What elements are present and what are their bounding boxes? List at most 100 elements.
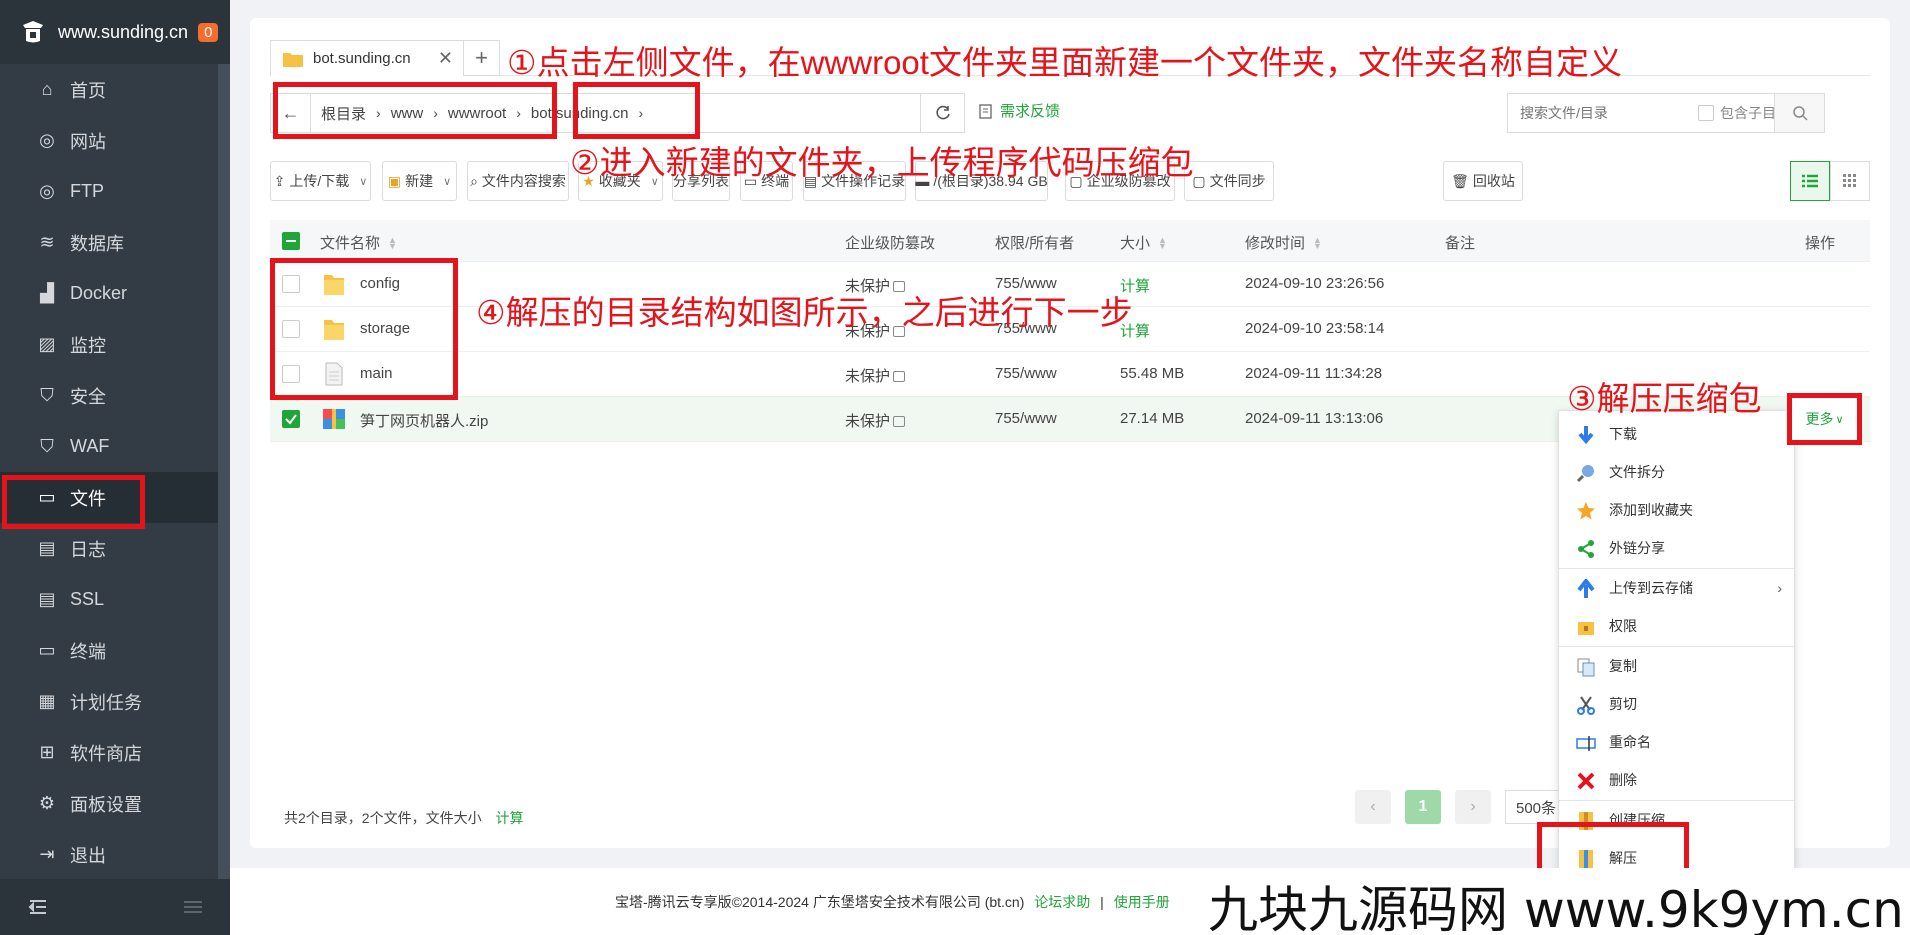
permission[interactable]: 755/www	[995, 365, 1057, 382]
sidebar-item-5[interactable]: ▨ 监控	[0, 319, 230, 370]
new-button[interactable]: ▣ 新建 ∨	[382, 161, 457, 201]
sort-icon[interactable]: ▲ ▼	[388, 235, 397, 250]
globe-icon: ◎	[39, 130, 55, 150]
share-icon	[1578, 540, 1594, 558]
collapse-icon[interactable]	[28, 899, 48, 915]
menu-upload-cloud[interactable]: 上传到云存储 ›	[1559, 569, 1794, 607]
chevron-down-icon: ∨	[443, 175, 452, 188]
search-button[interactable]	[1774, 94, 1824, 132]
highlight-breadcrumb-path	[273, 82, 557, 139]
table-header: 文件名称 ▲ ▼ 企业级防篡改 权限/所有者 大小 ▲ ▼ 修改时间 ▲ ▼ 备注 操作	[270, 220, 1870, 262]
new-tab-button[interactable]: +	[464, 40, 500, 76]
select-all-checkbox[interactable]	[282, 232, 300, 250]
col-mtime[interactable]: 修改时间 ▲ ▼	[1245, 232, 1322, 253]
sidebar-scrollbar[interactable]	[218, 64, 230, 879]
sidebar-item-label: FTP	[70, 181, 104, 201]
sidebar-item-10[interactable]: ▤ SSL	[0, 574, 230, 625]
search-input[interactable]	[1508, 105, 1698, 121]
recycle-bin-button[interactable]: 🗑 回收站	[1443, 161, 1523, 201]
highlight-files-nav	[2, 475, 145, 529]
page-size-select[interactable]: 500条	[1505, 790, 1565, 824]
menu-download[interactable]: 下载	[1559, 415, 1794, 453]
file-name[interactable]: 笋丁网页机器人.zip	[360, 410, 488, 431]
delete-x-icon	[1577, 772, 1595, 790]
prev-page-button[interactable]: ‹	[1355, 790, 1391, 824]
site-name[interactable]: www.sunding.cn	[58, 22, 188, 43]
sidebar-item-label: 数据库	[70, 233, 124, 254]
page-number[interactable]: 1	[1405, 790, 1441, 824]
mtime: 2024-09-10 23:58:14	[1245, 320, 1385, 337]
menu-permission[interactable]: 权限	[1559, 607, 1794, 645]
sidebar-item-1[interactable]: ◎ 网站	[0, 115, 230, 166]
watermark: 九块九源码网 www.9k9ym.cn	[1208, 881, 1904, 935]
sidebar-item-15[interactable]: ⇥ 退出	[0, 829, 230, 880]
feedback-link[interactable]: 需求反馈	[978, 100, 1060, 121]
menu-list-icon[interactable]	[184, 900, 202, 914]
sidebar-item-14[interactable]: ⚙ 面板设置	[0, 778, 230, 829]
sidebar-item-label: WAF	[70, 436, 110, 456]
sidebar-item-9[interactable]: ▤ 日志	[0, 523, 230, 574]
refresh-button[interactable]	[920, 93, 965, 133]
menu-add-favorite[interactable]: 添加到收藏夹	[1559, 491, 1794, 529]
sidebar-item-13[interactable]: ⊞ 软件商店	[0, 727, 230, 778]
upload-icon: ⇪	[273, 172, 286, 189]
forum-link[interactable]: 论坛求助	[1034, 894, 1090, 910]
sort-icon[interactable]: ▲ ▼	[1158, 235, 1167, 250]
gear-icon: ⚙	[38, 793, 56, 813]
sidebar-item-label: 首页	[70, 80, 106, 101]
sort-icon[interactable]: ▲ ▼	[1313, 235, 1322, 250]
col-permission: 权限/所有者	[995, 235, 1075, 252]
sidebar-footer	[0, 879, 230, 935]
file-sync-button[interactable]: ▢ 文件同步	[1184, 161, 1274, 201]
sidebar-item-0[interactable]: ⌂ 首页	[0, 64, 230, 115]
menu-split[interactable]: 文件拆分	[1559, 453, 1794, 491]
next-page-button[interactable]: ›	[1455, 790, 1491, 824]
checkbox-box[interactable]	[1698, 105, 1714, 121]
menu-delete[interactable]: 删除	[1559, 761, 1794, 799]
sidebar-item-7[interactable]: ⛉ WAF	[0, 421, 230, 472]
sidebar-item-label: 终端	[70, 641, 106, 662]
stats-calc-link[interactable]: 计算	[495, 810, 523, 826]
mtime: 2024-09-11 11:34:28	[1245, 365, 1383, 382]
content-search-button[interactable]: ⌕ 文件内容搜索	[467, 161, 569, 201]
col-size[interactable]: 大小 ▲ ▼	[1120, 232, 1167, 253]
list-view-toggle[interactable]	[1790, 161, 1830, 201]
grid-view-toggle[interactable]	[1830, 161, 1870, 201]
ssl-icon: ▤	[38, 589, 56, 609]
download-icon	[1578, 426, 1594, 445]
col-name[interactable]: 文件名称 ▲ ▼	[320, 232, 397, 253]
file-stats: 共2个目录，2个文件，文件大小 计算	[284, 808, 523, 828]
upload-download-button[interactable]: ⇪ 上传/下载 ∨	[270, 161, 371, 201]
sidebar-item-3[interactable]: ≋ 数据库	[0, 217, 230, 268]
tab-close-icon[interactable]: ✕	[438, 48, 453, 69]
sidebar-item-4[interactable]: ▟ Docker	[0, 268, 230, 319]
sidebar-item-2[interactable]: ◎ FTP	[0, 166, 230, 217]
menu-rename[interactable]: 重命名	[1559, 723, 1794, 761]
permission[interactable]: 755/www	[995, 410, 1057, 427]
feedback-label: 需求反馈	[1000, 103, 1061, 120]
search-icon: ⌕	[470, 172, 478, 189]
calendar-icon: ▦	[38, 691, 56, 711]
star-icon	[1577, 502, 1595, 520]
tamper-status[interactable]: 未保护	[845, 410, 906, 431]
sidebar-item-12[interactable]: ▦ 计划任务	[0, 676, 230, 727]
tab-current-folder[interactable]: bot.sunding.cn ✕	[270, 40, 464, 76]
mtime: 2024-09-11 13:13:06	[1245, 410, 1384, 427]
more-button[interactable]: 更多 ∨	[1787, 393, 1862, 445]
waf-icon: ⛉	[40, 436, 54, 456]
rename-icon	[1576, 736, 1596, 751]
bt-logo-icon	[23, 21, 43, 43]
sidebar-item-6[interactable]: ⛉ 安全	[0, 370, 230, 421]
row-checkbox[interactable]	[282, 410, 300, 428]
refresh-icon	[935, 105, 950, 120]
menu-copy[interactable]: 复制	[1559, 647, 1794, 685]
sidebar-item-11[interactable]: ▭ 终端	[0, 625, 230, 676]
chevron-down-icon: ∨	[359, 175, 368, 188]
copyright: 宝塔-腾讯云专享版©2014-2024 广东堡塔安全技术有限公司 (bt.cn)…	[615, 894, 1170, 910]
lock-icon	[893, 416, 906, 427]
menu-share-link[interactable]: 外链分享	[1559, 529, 1794, 567]
menu-cut[interactable]: 剪切	[1559, 685, 1794, 723]
notification-badge[interactable]: 0	[198, 22, 219, 42]
manual-link[interactable]: 使用手册	[1114, 894, 1170, 910]
tamper-status[interactable]: 未保护	[845, 365, 906, 386]
